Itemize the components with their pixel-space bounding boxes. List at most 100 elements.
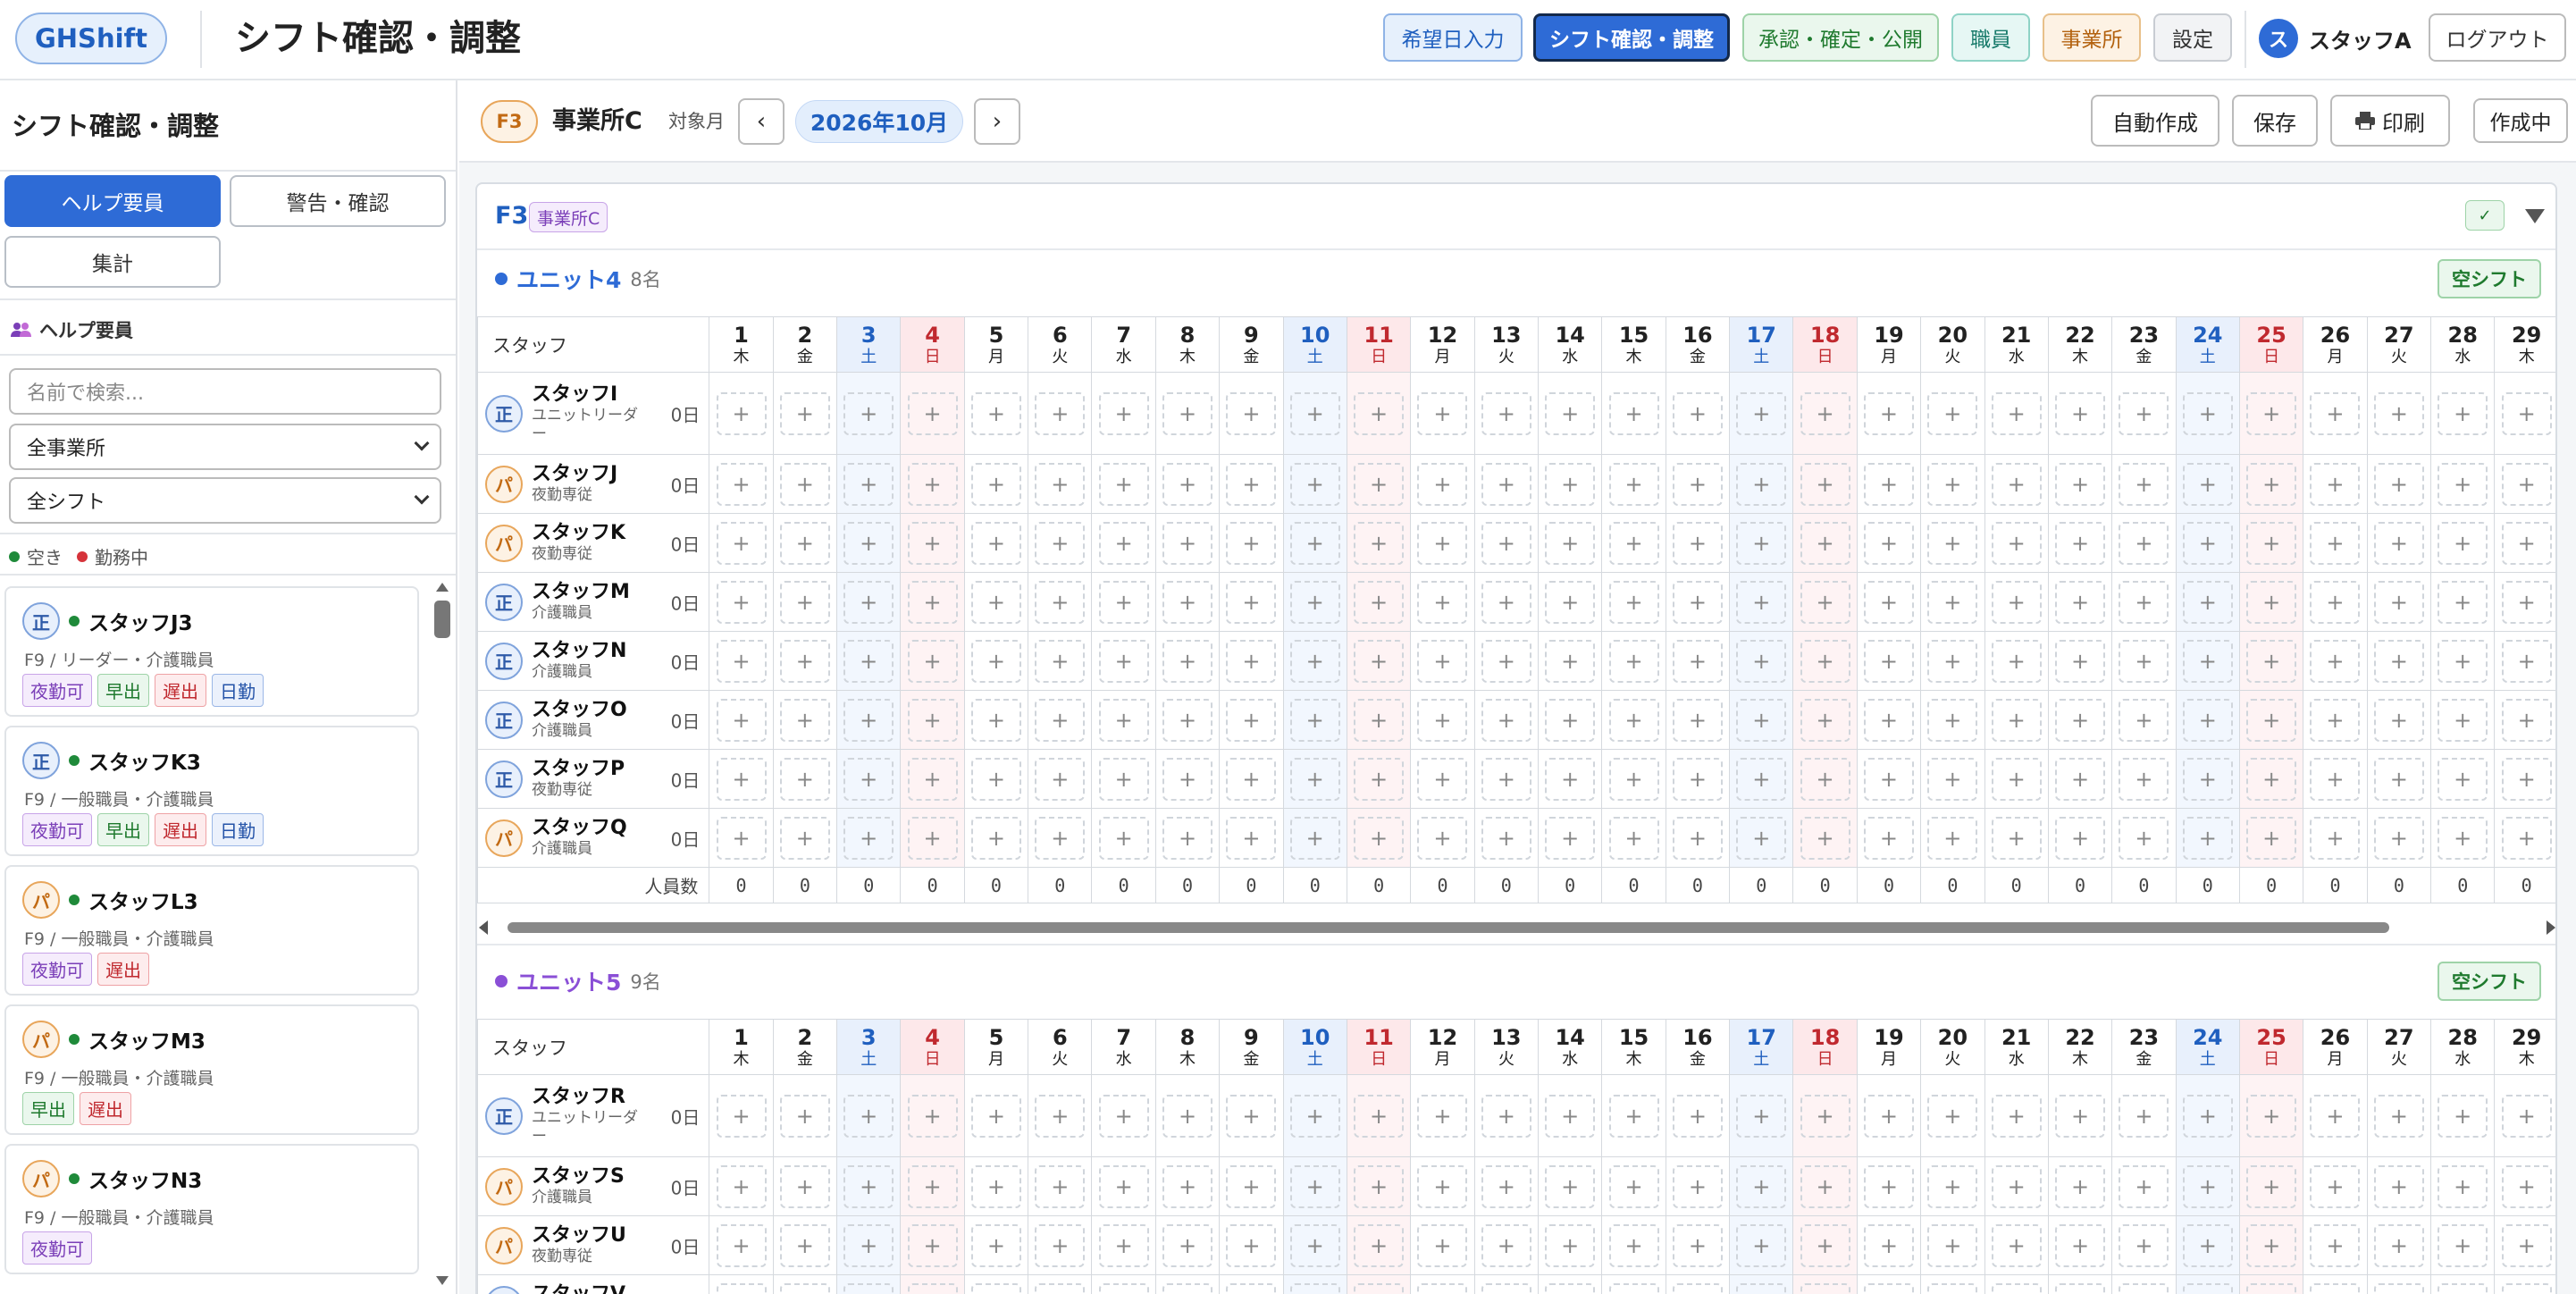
add-shift-button[interactable]: + [1417,816,1468,860]
add-shift-button[interactable]: + [1417,1282,1468,1294]
add-shift-button[interactable]: + [1991,1282,2042,1294]
prev-month-button[interactable]: ‹ [738,98,785,145]
add-shift-button[interactable]: + [1098,816,1149,860]
auto-create-button[interactable]: 自動作成 [2091,95,2219,147]
add-shift-button[interactable]: + [1863,1282,1914,1294]
add-shift-button[interactable]: + [2310,391,2361,435]
add-shift-button[interactable]: + [1035,521,1086,565]
add-shift-button[interactable]: + [1672,757,1723,801]
add-shift-button[interactable]: + [1863,580,1914,624]
add-shift-button[interactable]: + [1162,698,1213,742]
add-shift-button[interactable]: + [2246,1223,2297,1267]
add-shift-button[interactable]: + [1162,462,1213,506]
add-shift-button[interactable]: + [1736,521,1787,565]
help-staff-card[interactable]: 正 スタッフJ3 F9 / リーダー・介護職員 夜勤可 早出 遅出 日勤 [4,586,419,717]
add-shift-button[interactable]: + [1226,462,1277,506]
add-shift-button[interactable]: + [2246,698,2297,742]
add-shift-button[interactable]: + [2373,1164,2424,1208]
add-shift-button[interactable]: + [2182,391,2233,435]
add-shift-button[interactable]: + [1098,698,1149,742]
add-shift-button[interactable]: + [843,816,894,860]
add-shift-button[interactable]: + [907,521,958,565]
add-shift-button[interactable]: + [1354,1282,1405,1294]
add-shift-button[interactable]: + [970,391,1021,435]
add-shift-button[interactable]: + [1226,639,1277,683]
add-shift-button[interactable]: + [1354,1164,1405,1208]
add-shift-button[interactable]: + [716,698,767,742]
add-shift-button[interactable]: + [970,462,1021,506]
add-shift-button[interactable]: + [1226,521,1277,565]
add-shift-button[interactable]: + [2373,521,2424,565]
add-shift-button[interactable]: + [1545,1223,1596,1267]
add-shift-button[interactable]: + [1672,1164,1723,1208]
add-shift-button[interactable]: + [1289,698,1340,742]
add-shift-button[interactable]: + [1226,1223,1277,1267]
add-shift-button[interactable]: + [2373,1094,2424,1138]
add-shift-button[interactable]: + [2310,1223,2361,1267]
add-shift-button[interactable]: + [1035,1164,1086,1208]
add-shift-button[interactable]: + [1289,391,1340,435]
add-shift-button[interactable]: + [716,757,767,801]
add-shift-button[interactable]: + [2438,391,2488,435]
add-shift-button[interactable]: + [779,462,830,506]
add-shift-button[interactable]: + [2501,1223,2552,1267]
add-shift-button[interactable]: + [970,580,1021,624]
add-shift-button[interactable]: + [2501,698,2552,742]
add-shift-button[interactable]: + [2246,639,2297,683]
staff-search-input[interactable]: 名前で検索... [9,368,441,415]
add-shift-button[interactable]: + [1672,698,1723,742]
add-shift-button[interactable]: + [779,1223,830,1267]
add-shift-button[interactable]: + [907,462,958,506]
add-shift-button[interactable]: + [1098,1164,1149,1208]
add-shift-button[interactable]: + [843,698,894,742]
add-shift-button[interactable]: + [2310,639,2361,683]
add-shift-button[interactable]: + [1863,1223,1914,1267]
add-shift-button[interactable]: + [1481,1094,1531,1138]
add-shift-button[interactable]: + [1417,1223,1468,1267]
add-shift-button[interactable]: + [1863,462,1914,506]
add-shift-button[interactable]: + [1800,1223,1850,1267]
add-shift-button[interactable]: + [1545,580,1596,624]
add-shift-button[interactable]: + [779,816,830,860]
add-shift-button[interactable]: + [2310,698,2361,742]
add-shift-button[interactable]: + [1991,462,2042,506]
add-shift-button[interactable]: + [1226,816,1277,860]
add-shift-button[interactable]: + [1289,1282,1340,1294]
scroll-up-icon[interactable] [436,583,449,592]
add-shift-button[interactable]: + [2182,1282,2233,1294]
tab-summary[interactable]: 集計 [4,236,221,288]
logout-button[interactable]: ログアウト [2429,13,2566,62]
add-shift-button[interactable]: + [2246,1282,2297,1294]
add-shift-button[interactable]: + [716,639,767,683]
add-shift-button[interactable]: + [2119,462,2169,506]
add-shift-button[interactable]: + [1035,1282,1086,1294]
add-shift-button[interactable]: + [1608,521,1659,565]
add-shift-button[interactable]: + [2310,462,2361,506]
add-shift-button[interactable]: + [2055,580,2106,624]
add-shift-button[interactable]: + [1608,816,1659,860]
add-shift-button[interactable]: + [2501,757,2552,801]
add-shift-button[interactable]: + [716,1282,767,1294]
add-shift-button[interactable]: + [2119,1223,2169,1267]
help-staff-card[interactable]: パ スタッフM3 F9 / 一般職員・介護職員 早出 遅出 [4,1004,419,1135]
add-shift-button[interactable]: + [1417,639,1468,683]
add-shift-button[interactable]: + [1098,580,1149,624]
add-shift-button[interactable]: + [2501,1094,2552,1138]
add-shift-button[interactable]: + [2310,1282,2361,1294]
add-shift-button[interactable]: + [1545,639,1596,683]
add-shift-button[interactable]: + [1608,757,1659,801]
nav-button-0[interactable]: 希望日入力 [1383,13,1523,62]
add-shift-button[interactable]: + [1545,462,1596,506]
add-shift-button[interactable]: + [1800,757,1850,801]
add-shift-button[interactable]: + [1035,639,1086,683]
add-shift-button[interactable]: + [1736,580,1787,624]
add-shift-button[interactable]: + [1162,391,1213,435]
add-shift-button[interactable]: + [1927,1164,1978,1208]
add-shift-button[interactable]: + [1800,816,1850,860]
add-shift-button[interactable]: + [779,391,830,435]
add-shift-button[interactable]: + [1162,580,1213,624]
add-shift-button[interactable]: + [907,698,958,742]
add-shift-button[interactable]: + [2438,1164,2488,1208]
add-shift-button[interactable]: + [1481,639,1531,683]
add-shift-button[interactable]: + [843,1094,894,1138]
